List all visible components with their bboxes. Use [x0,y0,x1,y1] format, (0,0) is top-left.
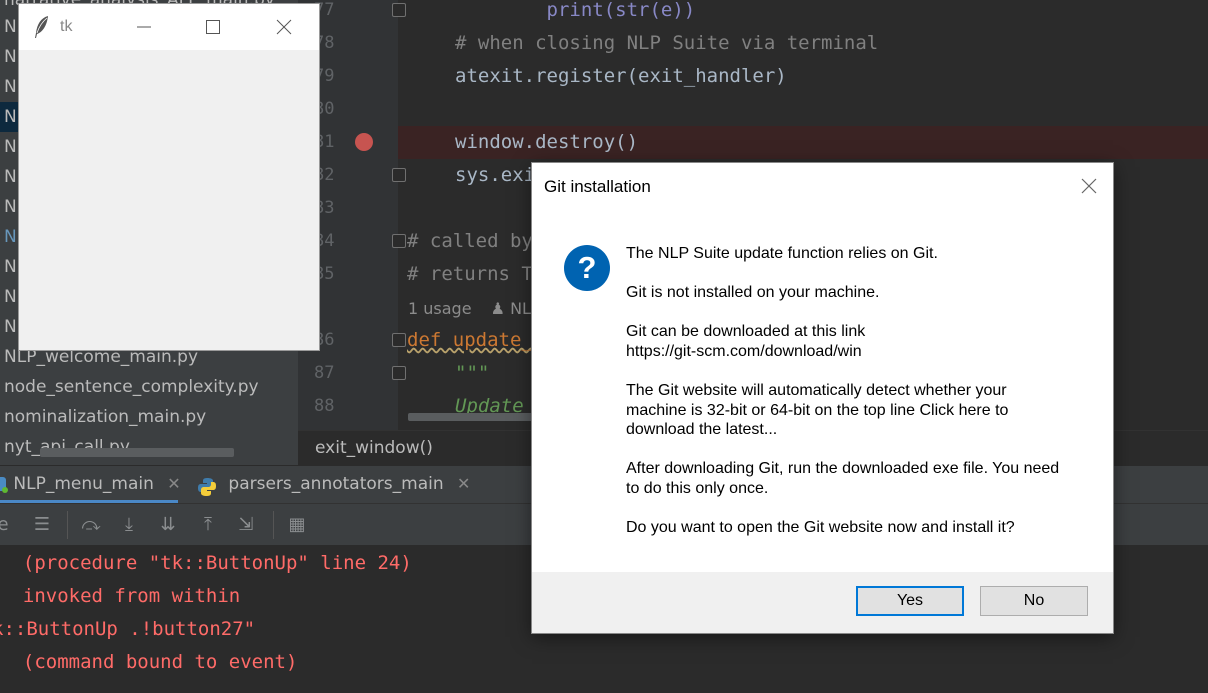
python-run-icon [0,477,8,493]
console-line: k::ButtonUp .!button27" [0,618,256,640]
fold-marker-icon[interactable] [392,234,406,248]
dialog-message: After downloading Git, run the downloade… [626,460,1060,497]
dialog-message: The NLP Suite update function relies on … [626,245,938,262]
tab-parsers-annotators-main[interactable]: parsers_annotators_main ✕ [197,466,470,502]
usage-hint[interactable]: 1 usage ♟ NL [408,296,531,322]
usage-author: NL [510,299,531,318]
code-line[interactable]: print(str(e)) [455,0,696,27]
step-over-icon[interactable]: ⤼ [80,514,102,536]
maximize-icon[interactable] [202,16,224,38]
author-icon: ♟ [490,299,505,318]
tab-nlp-menu-main[interactable]: NLP_menu_main ✕ [0,466,181,502]
toolbar-separator [67,511,68,539]
tree-item[interactable]: node_sentence_complexity.py [4,372,259,402]
no-button[interactable]: No [980,586,1088,616]
tree-item[interactable]: nyt_api_call.py [4,432,130,462]
dialog-message: Git is not installed on your machine. [626,284,880,301]
console-line: (procedure "tk::ButtonUp" line 24) [0,552,412,574]
console-line: (command bound to event) [0,651,298,673]
fold-marker-icon[interactable] [392,333,406,347]
python-icon [197,474,217,496]
question-icon: ? [564,245,610,291]
close-icon[interactable] [1078,175,1100,197]
step-into-icon[interactable]: ⤓ [118,514,140,536]
fold-marker-icon[interactable] [392,3,406,17]
run-to-cursor-icon[interactable]: ⇲ [235,514,257,536]
tk-window[interactable]: tk [19,4,319,350]
code-line[interactable]: # returns T [407,258,533,291]
tree-scrollbar[interactable] [40,448,234,457]
tab-label: parsers_annotators_main [228,474,444,494]
code-line[interactable]: window.destroy() [455,126,638,159]
code-line[interactable]: # called by [407,225,533,258]
tk-titlebar[interactable]: tk [19,4,319,50]
line-number: 87 [314,363,335,383]
line-number: 88 [314,396,335,416]
force-step-into-icon[interactable]: ⇊ [157,514,179,536]
partial-icon[interactable]: e [0,514,14,536]
minimize-icon[interactable] [133,16,155,38]
tk-window-title: tk [60,18,73,35]
code-line[interactable]: # when closing NLP Suite via terminal [455,27,878,60]
usage-count: 1 usage [408,299,472,318]
dialog-message: Git can be downloaded at this link https… [626,323,866,360]
breadcrumb-function[interactable]: exit_window() [315,438,433,458]
breakpoint-icon[interactable] [355,133,373,151]
fold-marker-icon[interactable] [392,168,406,182]
code-line[interactable]: sys.exi [455,159,535,192]
code-line[interactable]: """ [455,357,489,390]
evaluate-table-icon[interactable]: ▦ [286,514,308,536]
close-icon[interactable]: ✕ [457,474,470,493]
git-installation-dialog[interactable]: Git installation ? The NLP Suite update … [532,163,1113,633]
console-line: invoked from within [0,585,241,607]
code-line[interactable]: def update_ [407,324,533,357]
dialog-title: Git installation [544,177,651,196]
tab-label: NLP_menu_main [13,474,154,494]
feather-icon [33,15,51,43]
editor-scrollbar[interactable] [408,413,533,421]
yes-button[interactable]: Yes [856,586,964,616]
fold-marker-icon[interactable] [392,366,406,380]
tree-item[interactable]: nominalization_main.py [4,402,206,432]
close-icon[interactable] [273,16,295,38]
toolbar-separator [273,511,274,539]
dialog-message: The Git website will automatically detec… [626,382,1009,438]
code-line[interactable]: atexit.register(exit_handler) [455,60,787,93]
dialog-message: Do you want to open the Git website now … [626,519,1015,536]
menu-lines-icon[interactable]: ☰ [31,514,53,536]
dialog-button-bar: Yes No [532,572,1113,633]
step-out-icon[interactable]: ⤒ [197,514,219,536]
close-icon[interactable]: ✕ [167,474,180,493]
